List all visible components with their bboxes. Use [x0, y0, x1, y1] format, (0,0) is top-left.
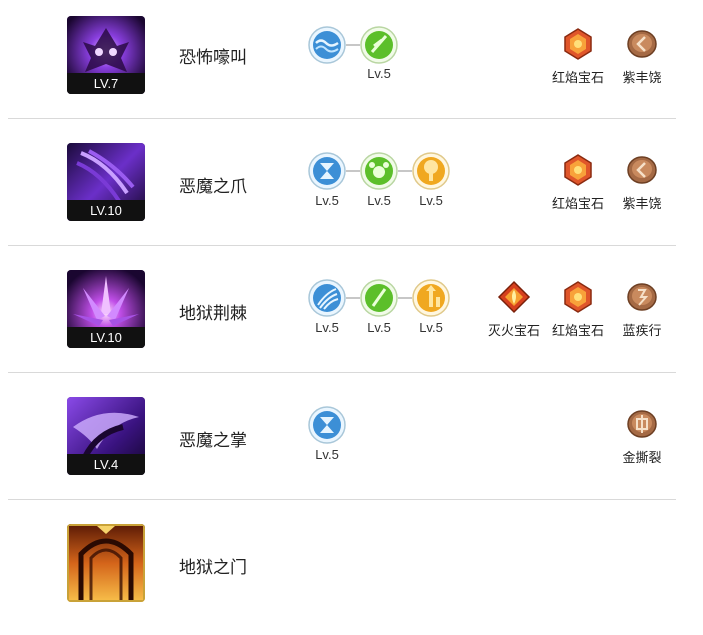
skill-name: 地狱之门	[179, 558, 247, 578]
rune-level: Lv.5	[367, 193, 391, 208]
green-slash-rune-icon[interactable]	[360, 279, 398, 317]
bronze-rune-stone-icon[interactable]	[625, 280, 659, 314]
green-slash-rune-icon[interactable]	[360, 26, 398, 64]
skill-row: LV.10 恶魔之爪 Lv.5 Lv.5 Lv.5 红焰宝石 紫丰饶	[0, 127, 703, 254]
skill-icon-demon-palm[interactable]: LV.4	[67, 397, 145, 475]
row-divider	[8, 118, 676, 119]
skill-row: LV.4 恶魔之掌 Lv.5 金撕裂	[0, 381, 703, 508]
gem-label: 灭火宝石	[487, 324, 540, 339]
rune-level: Lv.5	[367, 320, 391, 335]
skill-name: 地狱荆棘	[179, 304, 247, 324]
rune-connector	[346, 297, 360, 299]
rune-connector	[398, 170, 412, 172]
fire-gem-icon[interactable]	[497, 280, 531, 314]
hourglass-rune-icon[interactable]	[308, 406, 346, 444]
skill-name: 恶魔之爪	[179, 177, 247, 197]
gem-label: 红焰宝石	[551, 324, 604, 339]
row-divider	[8, 372, 676, 373]
rune-level: Lv.5	[315, 320, 339, 335]
rune-level: Lv.5	[419, 320, 443, 335]
bronze-rune-stone-icon[interactable]	[625, 407, 659, 441]
gem-label: 金撕裂	[622, 451, 662, 466]
rune-level: Lv.5	[315, 447, 339, 462]
blue-claw-rune-icon[interactable]	[308, 279, 346, 317]
green-beast-rune-icon[interactable]	[360, 152, 398, 190]
skill-level: LV.10	[67, 327, 145, 348]
hell-gate-icon	[67, 524, 145, 602]
skill-level: LV.7	[67, 73, 145, 94]
skill-level: LV.4	[67, 454, 145, 475]
rune-level: Lv.5	[419, 193, 443, 208]
bronze-rune-stone-icon[interactable]	[625, 27, 659, 61]
skill-level: LV.10	[67, 200, 145, 221]
hourglass-rune-icon[interactable]	[308, 152, 346, 190]
gem-label: 蓝疾行	[622, 324, 662, 339]
skill-row: LV.10 地狱荆棘 Lv.5 Lv.5 Lv.5 灭火宝石 红焰宝石 蓝疾行	[0, 254, 703, 381]
wave-rune-icon[interactable]	[308, 26, 346, 64]
skill-row: 地狱之门	[0, 508, 703, 635]
gold-arrow-up-rune-icon[interactable]	[412, 279, 450, 317]
rune-connector	[398, 297, 412, 299]
skill-name: 恶魔之掌	[179, 431, 247, 451]
skill-row: LV.7 恐怖嚎叫 Lv.5 红焰宝石 紫丰饶	[0, 0, 703, 127]
gem-label: 紫丰饶	[622, 71, 662, 86]
rune-level: Lv.5	[315, 193, 339, 208]
gem-label: 紫丰饶	[622, 197, 662, 212]
gold-tree-rune-icon[interactable]	[412, 152, 450, 190]
red-ruby-gem-icon[interactable]	[561, 280, 595, 314]
rune-level: Lv.5	[367, 66, 391, 81]
skill-icon-hell-gate[interactable]	[67, 524, 145, 602]
red-ruby-gem-icon[interactable]	[561, 27, 595, 61]
rune-connector	[346, 44, 360, 46]
skill-icon-demon-claw[interactable]: LV.10	[67, 143, 145, 221]
row-divider	[8, 245, 676, 246]
rune-connector	[346, 170, 360, 172]
gem-label: 红焰宝石	[551, 71, 604, 86]
skill-name: 恐怖嚎叫	[179, 48, 247, 68]
bronze-rune-stone-icon[interactable]	[625, 153, 659, 187]
row-divider	[8, 499, 676, 500]
gem-label: 红焰宝石	[551, 197, 604, 212]
red-ruby-gem-icon[interactable]	[561, 153, 595, 187]
skill-icon-hell-thorns[interactable]: LV.10	[67, 270, 145, 348]
skill-icon-terror-howl[interactable]: LV.7	[67, 16, 145, 94]
